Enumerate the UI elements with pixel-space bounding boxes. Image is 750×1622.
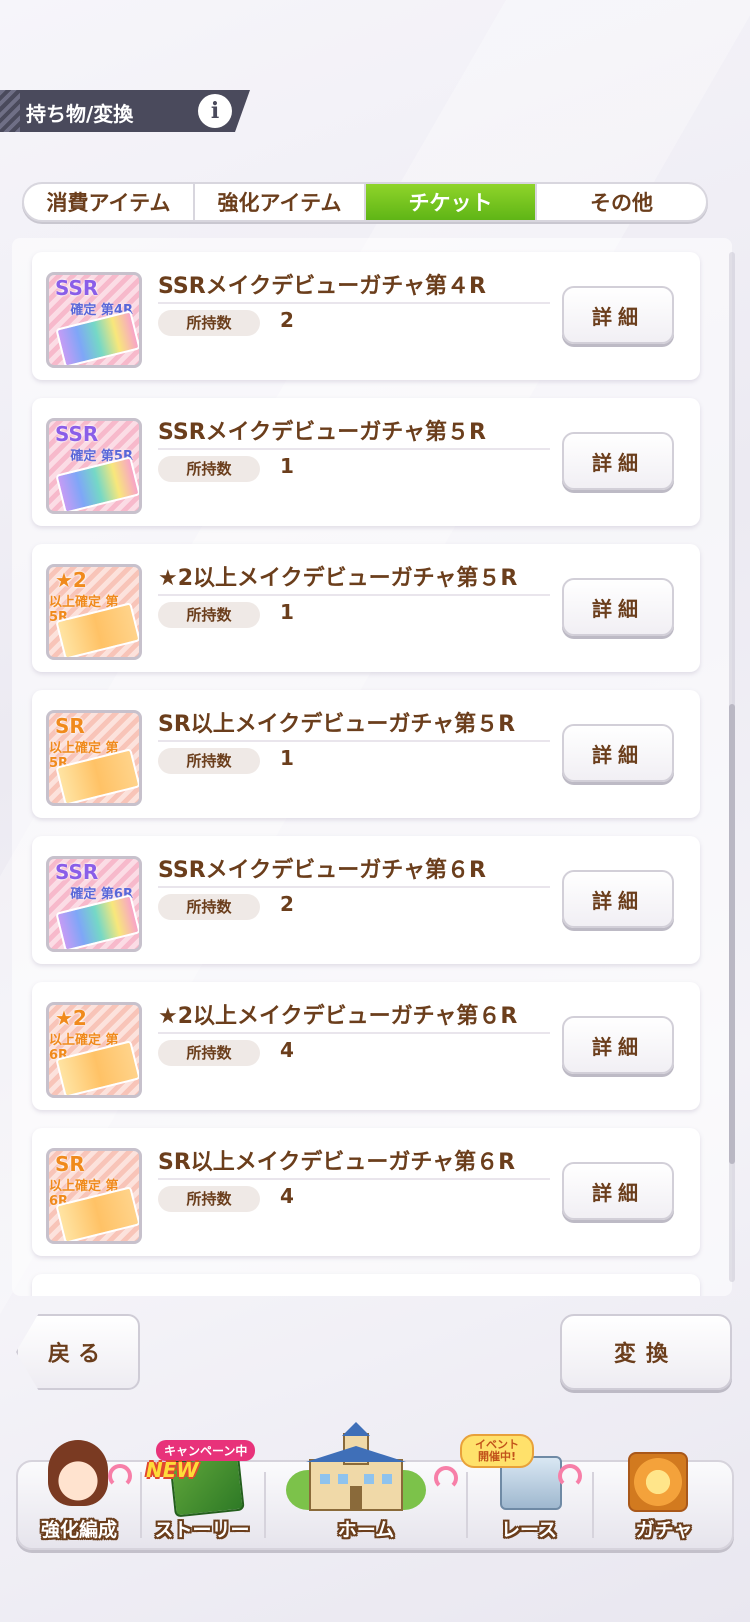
horseshoe-icon: [434, 1466, 458, 1490]
page-title: 持ち物/変換: [26, 102, 134, 126]
quantity-label: 所持数: [158, 748, 260, 774]
info-icon-button[interactable]: i: [198, 94, 232, 128]
convert-button[interactable]: 変換: [560, 1314, 732, 1390]
ticket-icon: SR 以上確定 第6R: [46, 1148, 142, 1244]
ticket-icon-title: ★2: [55, 1006, 87, 1030]
quantity-value: 4: [280, 1038, 294, 1062]
nav-gacha[interactable]: ガチャ: [594, 1452, 734, 1548]
quantity-value: 2: [280, 892, 294, 916]
ticket-icon: ★2 以上確定 第5R: [46, 564, 142, 660]
nav-home[interactable]: ホーム: [266, 1422, 466, 1548]
ticket-item: SSR 確定 第6R SSRメイクデビューガチャ第６R 所持数 2 詳細: [32, 836, 700, 964]
header-stripe: [0, 90, 20, 132]
ticket-graphic: [55, 310, 139, 365]
character-icon: [48, 1440, 108, 1506]
back-button[interactable]: 戻る: [16, 1314, 140, 1390]
ticket-icon-title: SR: [55, 1152, 85, 1176]
item-divider: [158, 448, 550, 450]
ticket-name: SSRメイクデビューガチャ第４R: [158, 274, 486, 299]
ticket-graphic: [55, 894, 139, 949]
nav-label-story: ストーリー: [154, 1519, 250, 1541]
nav-race[interactable]: イベント開催中! レース: [460, 1434, 590, 1548]
detail-button[interactable]: 詳細: [562, 578, 674, 636]
ticket-name: SSRメイクデビューガチャ第５R: [158, 420, 486, 445]
ticket-icon-title: SR: [55, 714, 85, 738]
tab-consumables[interactable]: 消費アイテム: [24, 184, 195, 220]
nav-label-home: ホーム: [337, 1519, 395, 1541]
detail-button[interactable]: 詳細: [562, 724, 674, 782]
list-scrollbar[interactable]: [729, 252, 735, 1282]
gacha-icon: [628, 1452, 688, 1512]
nav-story[interactable]: キャンペーン中 NEW ストーリー: [142, 1440, 262, 1548]
detail-button[interactable]: 詳細: [562, 870, 674, 928]
ticket-icon-title: SSR: [55, 422, 99, 446]
quantity-label: 所持数: [158, 894, 260, 920]
detail-button[interactable]: 詳細: [562, 1016, 674, 1074]
ticket-name: SR以上メイクデビューガチャ第６R: [158, 1150, 516, 1175]
ticket-item: ★2 以上確定 第5R ★2以上メイクデビューガチャ第５R 所持数 1 詳細: [32, 544, 700, 672]
horseshoe-icon: [108, 1464, 132, 1488]
ticket-item: SSR 確定 第5R SSRメイクデビューガチャ第５R 所持数 1 詳細: [32, 398, 700, 526]
event-badge: イベント開催中!: [460, 1434, 534, 1468]
ticket-name: ★2以上メイクデビューガチャ第６R: [158, 1004, 518, 1029]
new-badge: NEW: [146, 1458, 199, 1482]
ticket-icon: SSR 確定 第4R: [46, 272, 142, 368]
quantity-label: 所持数: [158, 456, 260, 482]
ticket-icon-title: SSR: [55, 276, 99, 300]
nav-label-training: 強化編成: [40, 1519, 117, 1541]
item-divider: [158, 740, 550, 742]
tab-other[interactable]: その他: [537, 184, 706, 220]
horseshoe-icon: [558, 1464, 582, 1488]
quantity-label: 所持数: [158, 602, 260, 628]
detail-button[interactable]: 詳細: [562, 432, 674, 490]
quantity-value: 1: [280, 746, 294, 770]
ticket-icon: SSR 確定 第5R: [46, 418, 142, 514]
quantity-value: 4: [280, 1184, 294, 1208]
ticket-graphic: [55, 456, 139, 511]
quantity-value: 1: [280, 454, 294, 478]
bottom-nav: 強化編成 キャンペーン中 NEW ストーリー ホーム イベント開催中! レース: [16, 1422, 734, 1550]
category-tabs: 消費アイテム 強化アイテム チケット その他: [22, 182, 708, 222]
ticket-name: SR以上メイクデビューガチャ第５R: [158, 712, 516, 737]
item-divider: [158, 886, 550, 888]
ticket-icon: SR 以上確定 第5R: [46, 710, 142, 806]
detail-button[interactable]: 詳細: [562, 1162, 674, 1220]
tab-enhancement[interactable]: 強化アイテム: [195, 184, 366, 220]
ticket-icon: ★2 以上確定 第6R: [46, 1002, 142, 1098]
item-divider: [158, 302, 550, 304]
ticket-item: SR 以上確定 第6R SR以上メイクデビューガチャ第６R 所持数 4 詳細: [32, 1128, 700, 1256]
nav-label-race: レース: [500, 1519, 558, 1541]
ticket-item: SSR 確定 第4R SSRメイクデビューガチャ第４R 所持数 2 詳細: [32, 252, 700, 380]
tab-tickets[interactable]: チケット: [366, 184, 537, 220]
ticket-item-partial: [32, 1274, 700, 1296]
item-divider: [158, 594, 550, 596]
ticket-icon-title: SSR: [55, 860, 99, 884]
ticket-list[interactable]: SSR 確定 第4R SSRメイクデビューガチャ第４R 所持数 2 詳細 SSR 確定 第5R…: [12, 238, 732, 1296]
page-header: 持ち物/変換 i: [0, 90, 250, 132]
nav-label-gacha: ガチャ: [635, 1519, 693, 1541]
item-divider: [158, 1178, 550, 1180]
ticket-item: SR 以上確定 第5R SR以上メイクデビューガチャ第５R 所持数 1 詳細: [32, 690, 700, 818]
ticket-name: ★2以上メイクデビューガチャ第５R: [158, 566, 518, 591]
ticket-icon: SSR 確定 第6R: [46, 856, 142, 952]
scrollbar-thumb[interactable]: [729, 704, 735, 1164]
school-building-icon: [286, 1422, 426, 1511]
item-divider: [158, 1032, 550, 1034]
detail-button[interactable]: 詳細: [562, 286, 674, 344]
ticket-icon-title: ★2: [55, 568, 87, 592]
nav-training[interactable]: 強化編成: [18, 1440, 140, 1548]
quantity-label: 所持数: [158, 1040, 260, 1066]
quantity-label: 所持数: [158, 310, 260, 336]
quantity-label: 所持数: [158, 1186, 260, 1212]
quantity-value: 1: [280, 600, 294, 624]
ticket-item: ★2 以上確定 第6R ★2以上メイクデビューガチャ第６R 所持数 4 詳細: [32, 982, 700, 1110]
ticket-name: SSRメイクデビューガチャ第６R: [158, 858, 486, 883]
quantity-value: 2: [280, 308, 294, 332]
